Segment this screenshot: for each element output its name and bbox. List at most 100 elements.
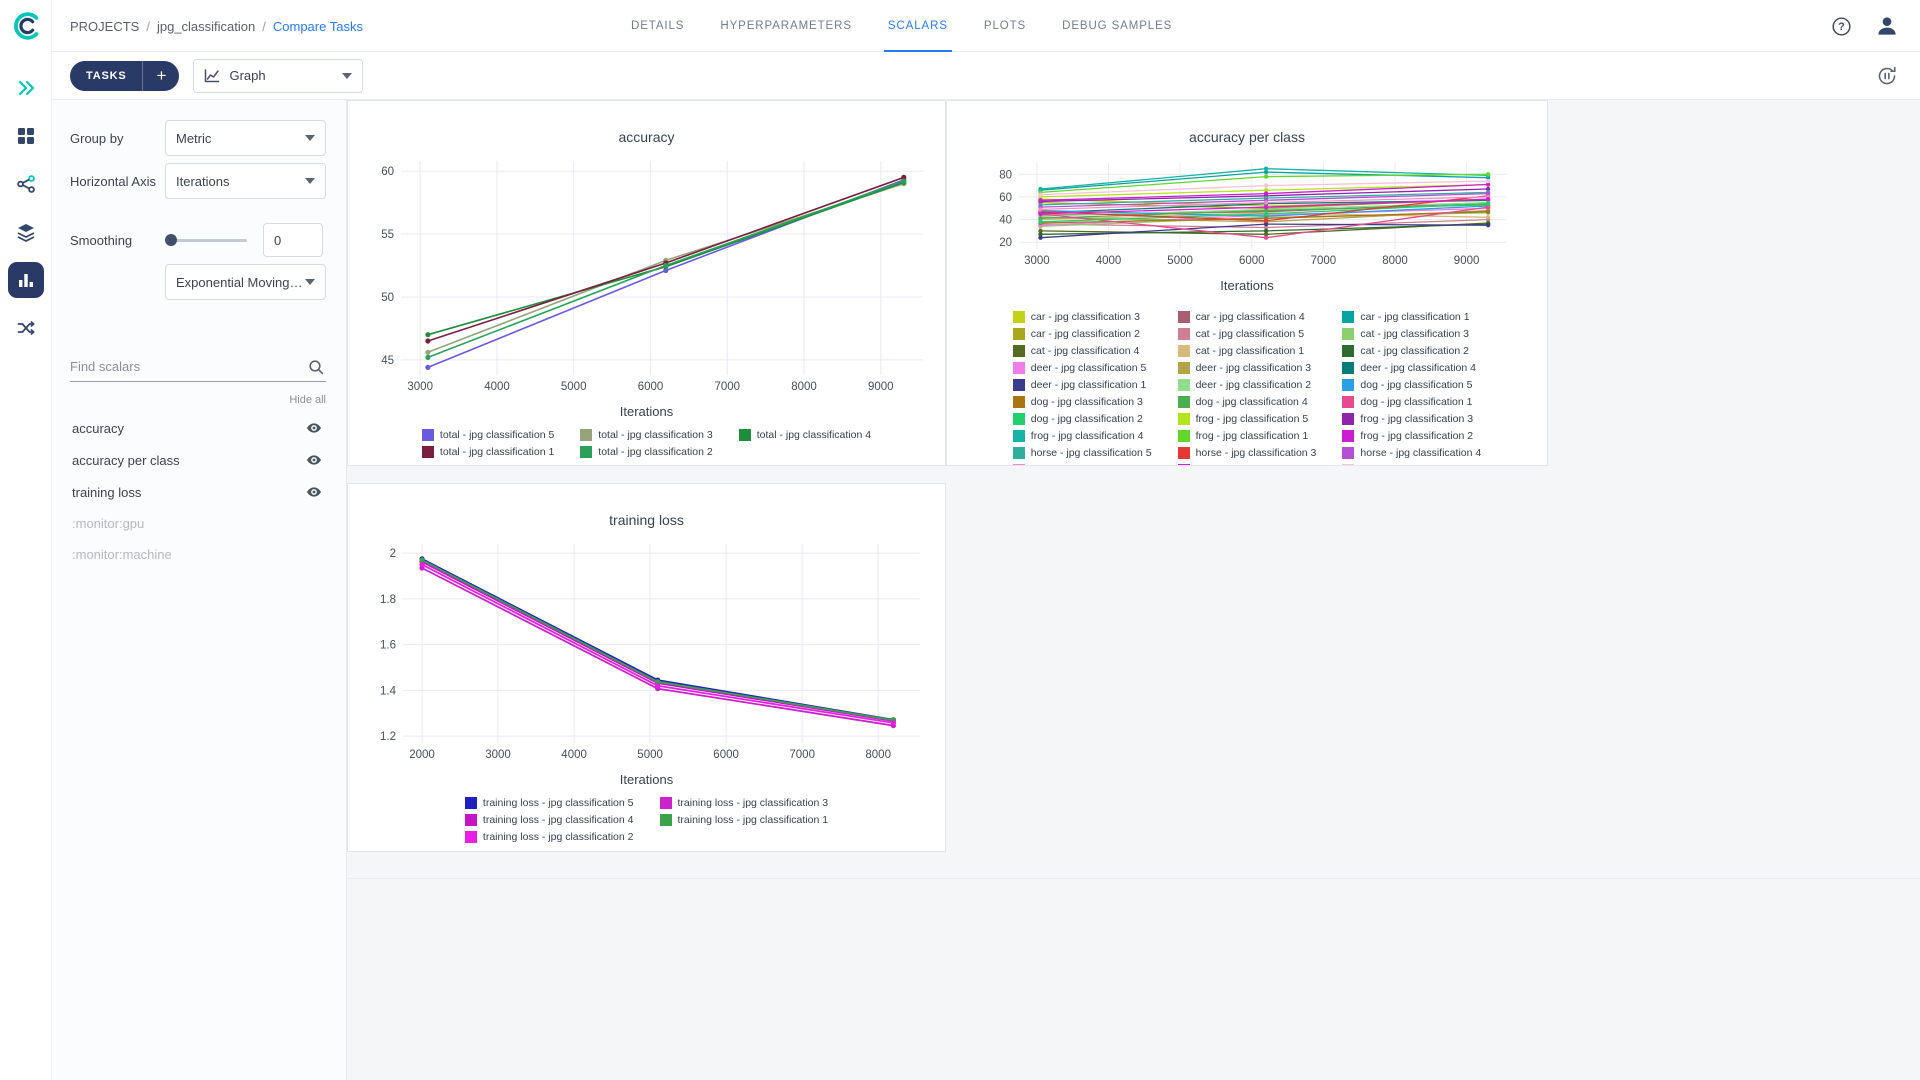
tasks-button[interactable]: TASKS + — [70, 61, 179, 91]
scalar-item-accuracy-per-class[interactable]: accuracy per class — [70, 444, 326, 476]
legend-item[interactable]: deer - jpg classification 1 — [1013, 379, 1147, 391]
legend-item[interactable]: training loss - jpg classification 3 — [660, 797, 829, 809]
legend-label: car - jpg classification 3 — [1031, 311, 1140, 323]
chart-title: training loss — [609, 512, 684, 528]
legend-item[interactable]: car - jpg classification 3 — [1013, 311, 1140, 323]
legend-item[interactable]: car - jpg classification 4 — [1178, 311, 1305, 323]
slider-thumb[interactable] — [165, 234, 177, 246]
chart-legend: car - jpg classification 3 car - jpg clas… — [1013, 311, 1481, 466]
hide-all-link[interactable]: Hide all — [70, 394, 326, 406]
clearml-logo[interactable] — [9, 9, 43, 48]
legend-item[interactable]: horse - jpg classification 2 — [1178, 464, 1317, 466]
legend-item[interactable]: frog - jpg classification 1 — [1178, 430, 1309, 442]
legend-item[interactable]: dog - jpg classification 4 — [1178, 396, 1308, 408]
legend-item[interactable]: plane - jpg classification 5 — [1342, 464, 1480, 466]
scalar-item-training-loss[interactable]: training loss — [70, 476, 326, 508]
breadcrumb-item-0[interactable]: PROJECTS — [70, 19, 139, 34]
legend-label: training loss - jpg classification 1 — [678, 814, 829, 826]
legend-item[interactable]: dog - jpg classification 3 — [1013, 396, 1143, 408]
scalar-label: accuracy per class — [72, 453, 180, 468]
breadcrumb-item-1[interactable]: jpg_classification — [157, 19, 255, 34]
legend-item[interactable]: frog - jpg classification 2 — [1342, 430, 1473, 442]
legend-item[interactable]: frog - jpg classification 5 — [1178, 413, 1309, 425]
help-icon[interactable]: ? — [1831, 16, 1852, 37]
legend-item[interactable]: training loss - jpg classification 4 — [465, 814, 634, 826]
legend-item[interactable]: dog - jpg classification 2 — [1013, 413, 1143, 425]
legend-item[interactable]: deer - jpg classification 5 — [1013, 362, 1147, 374]
legend-item[interactable]: dog - jpg classification 5 — [1342, 379, 1472, 391]
tab-scalars[interactable]: SCALARS — [884, 0, 952, 52]
svg-text:1.6: 1.6 — [380, 640, 396, 652]
legend-item[interactable]: car - jpg classification 2 — [1013, 328, 1140, 340]
group-by-select[interactable]: Metric — [165, 120, 326, 156]
legend-item[interactable]: training loss - jpg classification 5 — [465, 797, 634, 809]
legend-item[interactable]: cat - jpg classification 5 — [1178, 328, 1305, 340]
legend-label: training loss - jpg classification 5 — [483, 797, 634, 809]
svg-text:?: ? — [1838, 21, 1845, 33]
svg-text:3000: 3000 — [1024, 255, 1050, 267]
smoothing-slider[interactable] — [165, 233, 247, 247]
scalar-item-monitor-gpu[interactable]: :monitor:gpu — [70, 508, 326, 539]
legend-item[interactable]: deer - jpg classification 4 — [1342, 362, 1476, 374]
tab-hyperparameters[interactable]: HYPERPARAMETERS — [716, 0, 856, 52]
sidebar-icon-dashboard[interactable] — [8, 70, 44, 106]
scalar-item-accuracy[interactable]: accuracy — [70, 412, 326, 444]
legend-item[interactable]: cat - jpg classification 1 — [1178, 345, 1305, 357]
smoothing-value-input[interactable] — [263, 223, 323, 257]
sidebar-icon-experiments[interactable] — [8, 262, 44, 298]
svg-text:60: 60 — [381, 166, 394, 178]
legend-swatch — [739, 429, 751, 441]
legend-item[interactable]: cat - jpg classification 2 — [1342, 345, 1469, 357]
legend-item[interactable]: total - jpg classification 4 — [739, 429, 871, 441]
search-icon[interactable] — [308, 359, 324, 380]
scalar-item-monitor-machine[interactable]: :monitor:machine — [70, 539, 326, 570]
smoothing-label: Smoothing — [70, 233, 165, 248]
legend-item[interactable]: cat - jpg classification 4 — [1013, 345, 1140, 357]
auto-refresh-toggle[interactable] — [1876, 65, 1898, 87]
legend-swatch — [1178, 328, 1190, 340]
eye-icon[interactable] — [306, 452, 322, 468]
legend-swatch — [1013, 413, 1025, 425]
accuracy-per-class-plot[interactable]: 300040005000600070008000900020406080 — [975, 157, 1520, 274]
svg-text:40: 40 — [999, 215, 1012, 227]
legend-item[interactable]: dog - jpg classification 1 — [1342, 396, 1472, 408]
tab-debug-samples[interactable]: DEBUG SAMPLES — [1058, 0, 1176, 52]
user-avatar[interactable] — [1874, 13, 1900, 39]
horizontal-axis-select[interactable]: Iterations — [165, 163, 326, 199]
legend-item[interactable]: cat - jpg classification 3 — [1342, 328, 1469, 340]
accuracy-plot[interactable]: 300040005000600070008000900045505560 — [357, 155, 937, 400]
legend-item[interactable]: frog - jpg classification 4 — [1013, 430, 1144, 442]
find-scalars-input[interactable] — [70, 352, 326, 382]
legend-item[interactable]: horse - jpg classification 4 — [1342, 447, 1481, 459]
legend-item[interactable]: deer - jpg classification 3 — [1178, 362, 1312, 374]
tab-plots[interactable]: PLOTS — [980, 0, 1030, 52]
legend-item[interactable]: total - jpg classification 2 — [580, 446, 712, 458]
legend-item[interactable]: horse - jpg classification 3 — [1178, 447, 1317, 459]
legend-item[interactable]: training loss - jpg classification 1 — [660, 814, 829, 826]
legend-item[interactable]: deer - jpg classification 2 — [1178, 379, 1312, 391]
legend-swatch — [465, 831, 477, 843]
eye-icon[interactable] — [306, 420, 322, 436]
legend-item[interactable]: horse - jpg classification 1 — [1013, 464, 1152, 466]
legend-item[interactable]: total - jpg classification 3 — [580, 429, 712, 441]
legend-item[interactable]: horse - jpg classification 5 — [1013, 447, 1152, 459]
smoothing-method-value: Exponential Moving Av... — [176, 275, 305, 290]
sidebar-icon-workers[interactable] — [8, 310, 44, 346]
legend-item[interactable]: total - jpg classification 1 — [422, 446, 554, 458]
smoothing-method-select[interactable]: Exponential Moving Av... — [165, 264, 326, 300]
sidebar-icon-datasets[interactable] — [8, 214, 44, 250]
legend-item[interactable]: frog - jpg classification 3 — [1342, 413, 1473, 425]
training-loss-plot[interactable]: 20003000400050006000700080001.21.41.61.8… — [359, 538, 934, 768]
header-tabs: DETAILS HYPERPARAMETERS SCALARS PLOTS DEBUG … — [627, 0, 1176, 52]
tab-details[interactable]: DETAILS — [627, 0, 688, 52]
eye-icon[interactable] — [306, 484, 322, 500]
x-axis-label: Iterations — [1220, 278, 1273, 293]
svg-text:7000: 7000 — [714, 381, 740, 393]
add-task-button[interactable]: + — [143, 61, 179, 91]
legend-item[interactable]: total - jpg classification 5 — [422, 429, 554, 441]
view-mode-select[interactable]: Graph — [193, 59, 363, 93]
sidebar-icon-pipelines[interactable] — [8, 166, 44, 202]
sidebar-icon-projects[interactable] — [8, 118, 44, 154]
legend-item[interactable]: car - jpg classification 1 — [1342, 311, 1469, 323]
legend-item[interactable]: training loss - jpg classification 2 — [465, 831, 634, 843]
